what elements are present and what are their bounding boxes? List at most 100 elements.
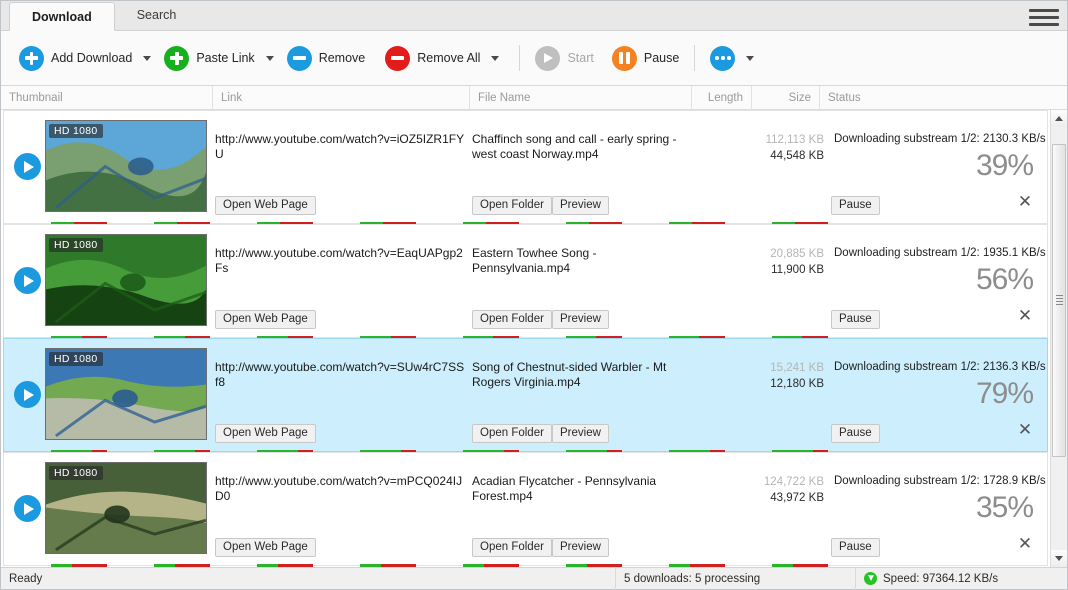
column-header-link[interactable]: Link: [212, 85, 469, 110]
scroll-up-arrow-icon[interactable]: [1051, 110, 1067, 127]
status-ready: Ready: [9, 572, 43, 585]
download-filename: Eastern Towhee Song - Pennsylvania.mp4: [472, 246, 597, 275]
preview-button[interactable]: Preview: [552, 310, 609, 329]
start-button[interactable]: Start: [531, 41, 597, 75]
row-pause-button[interactable]: Pause: [831, 196, 880, 215]
more-dots-circle-icon: [710, 45, 736, 71]
download-filename: Acadian Flycatcher - Pennsylvania Forest…: [472, 474, 657, 503]
preview-button[interactable]: Preview: [552, 538, 609, 557]
download-sizes: 112,113 KB 44,548 KB: [694, 132, 824, 164]
column-header-size[interactable]: Size: [751, 85, 819, 110]
download-status-text: Downloading substream 1/2: 2130.3 KB/s: [834, 133, 1046, 145]
open-folder-button[interactable]: Open Folder: [472, 538, 552, 557]
progress-gap: [622, 564, 669, 567]
start-label: Start: [567, 51, 594, 65]
progress-gap: [4, 564, 51, 567]
add-download-button[interactable]: Add Download: [15, 41, 136, 75]
add-download-label: Add Download: [51, 51, 133, 65]
more-options-button[interactable]: [706, 41, 739, 75]
row-pause-button[interactable]: Pause: [831, 538, 880, 557]
download-link[interactable]: http://www.youtube.com/watch?v=iOZ5IZR1F…: [215, 132, 465, 162]
pause-button[interactable]: Pause: [608, 41, 683, 75]
download-size-total: 15,241 KB: [770, 362, 824, 374]
status-speed-label: Speed: 97364.12 KB/s: [883, 572, 999, 585]
download-link[interactable]: http://www.youtube.com/watch?v=mPCQ024IJ…: [215, 474, 465, 504]
more-options-caret-icon[interactable]: [746, 55, 755, 61]
download-row-content: HD 1080 http://www.youtube.com/watch?v=i…: [4, 111, 1047, 225]
play-triangle-icon: [24, 160, 34, 173]
column-header-status[interactable]: Status: [819, 85, 1052, 110]
remove-all-button[interactable]: Remove All: [381, 41, 484, 75]
scroll-down-arrow-icon[interactable]: [1051, 550, 1067, 567]
tab-download[interactable]: Download: [9, 2, 115, 31]
open-web-page-button[interactable]: Open Web Page: [215, 310, 316, 329]
download-size-total: 20,885 KB: [770, 248, 824, 260]
column-header-thumbnail[interactable]: Thumbnail: [1, 86, 212, 110]
progress-done-segment: [50, 564, 73, 567]
download-percent: 79%: [975, 377, 1034, 410]
status-speed-cell: Speed: 97364.12 KB/s: [855, 567, 1067, 590]
download-row[interactable]: HD 1080 http://www.youtube.com/watch?v=m…: [3, 452, 1048, 567]
row-button-bar: Open Web Page Open Folder Preview Pause: [4, 538, 1047, 558]
paste-link-caret-icon[interactable]: [265, 55, 274, 61]
progress-done-segment: [256, 564, 279, 567]
download-link[interactable]: http://www.youtube.com/watch?v=EaqUAPgp2…: [215, 246, 465, 276]
play-button[interactable]: [14, 495, 41, 522]
download-row-content: HD 1080 http://www.youtube.com/watch?v=E…: [4, 225, 1047, 339]
download-list[interactable]: HD 1080 http://www.youtube.com/watch?v=i…: [1, 110, 1050, 567]
column-header-length[interactable]: Length: [691, 85, 751, 110]
remove-all-label: Remove All: [417, 51, 481, 65]
download-row-content: HD 1080 http://www.youtube.com/watch?v=m…: [4, 453, 1047, 567]
close-icon[interactable]: ✕: [1015, 534, 1035, 554]
play-button[interactable]: [14, 381, 41, 408]
row-pause-button[interactable]: Pause: [831, 424, 880, 443]
row-pause-button[interactable]: Pause: [831, 310, 880, 329]
play-triangle-icon: [24, 502, 34, 515]
play-button[interactable]: [14, 153, 41, 180]
tab-search-label: Search: [136, 8, 177, 22]
close-icon[interactable]: ✕: [1015, 306, 1035, 326]
download-row[interactable]: HD 1080 http://www.youtube.com/watch?v=E…: [3, 224, 1048, 339]
remove-all-caret-icon[interactable]: [491, 55, 500, 61]
add-download-caret-icon[interactable]: [143, 55, 152, 61]
progress-gap: [210, 564, 257, 567]
progress-remaining-segment: [793, 564, 828, 567]
minus-circle-blue-icon: [286, 45, 312, 71]
tab-search[interactable]: Search: [115, 1, 199, 30]
application-window: Download Search Add Download Paste Link: [0, 0, 1068, 590]
preview-button[interactable]: Preview: [552, 196, 609, 215]
open-folder-button[interactable]: Open Folder: [472, 424, 552, 443]
play-button[interactable]: [14, 267, 41, 294]
column-header-row: Thumbnail Link File Name Length Size Sta…: [1, 85, 1067, 110]
download-sizes: 15,241 KB 12,180 KB: [694, 360, 824, 392]
progress-done-segment: [771, 564, 794, 567]
progress-gap: [725, 564, 772, 567]
open-web-page-button[interactable]: Open Web Page: [215, 196, 316, 215]
column-header-filename[interactable]: File Name: [469, 85, 691, 110]
download-link[interactable]: http://www.youtube.com/watch?v=SUw4rC7SS…: [215, 360, 465, 390]
open-web-page-button[interactable]: Open Web Page: [215, 424, 316, 443]
open-folder-button[interactable]: Open Folder: [472, 310, 552, 329]
vertical-scrollbar[interactable]: [1050, 110, 1067, 567]
progress-remaining-segment: [690, 564, 725, 567]
progress-done-segment: [359, 564, 382, 567]
hamburger-icon[interactable]: [1029, 6, 1059, 28]
remove-label: Remove: [318, 51, 366, 65]
download-row[interactable]: HD 1080 http://www.youtube.com/watch?v=S…: [3, 338, 1048, 453]
minus-circle-red-icon: [385, 45, 411, 71]
download-progress-bar: [4, 564, 1047, 567]
remove-button[interactable]: Remove: [283, 41, 370, 75]
progress-remaining-segment: [72, 564, 107, 567]
open-web-page-button[interactable]: Open Web Page: [215, 538, 316, 557]
download-sizes: 20,885 KB 11,900 KB: [694, 246, 824, 278]
close-icon[interactable]: ✕: [1015, 420, 1035, 440]
close-icon[interactable]: ✕: [1015, 192, 1035, 212]
download-size-total: 112,113 KB: [765, 134, 824, 146]
scrollbar-thumb[interactable]: [1052, 143, 1066, 457]
paste-link-button[interactable]: Paste Link: [160, 41, 258, 75]
open-folder-button[interactable]: Open Folder: [472, 196, 552, 215]
preview-button[interactable]: Preview: [552, 424, 609, 443]
download-row[interactable]: HD 1080 http://www.youtube.com/watch?v=i…: [3, 110, 1048, 225]
progress-done-segment: [565, 564, 588, 567]
download-row-content: HD 1080 http://www.youtube.com/watch?v=S…: [4, 339, 1047, 453]
